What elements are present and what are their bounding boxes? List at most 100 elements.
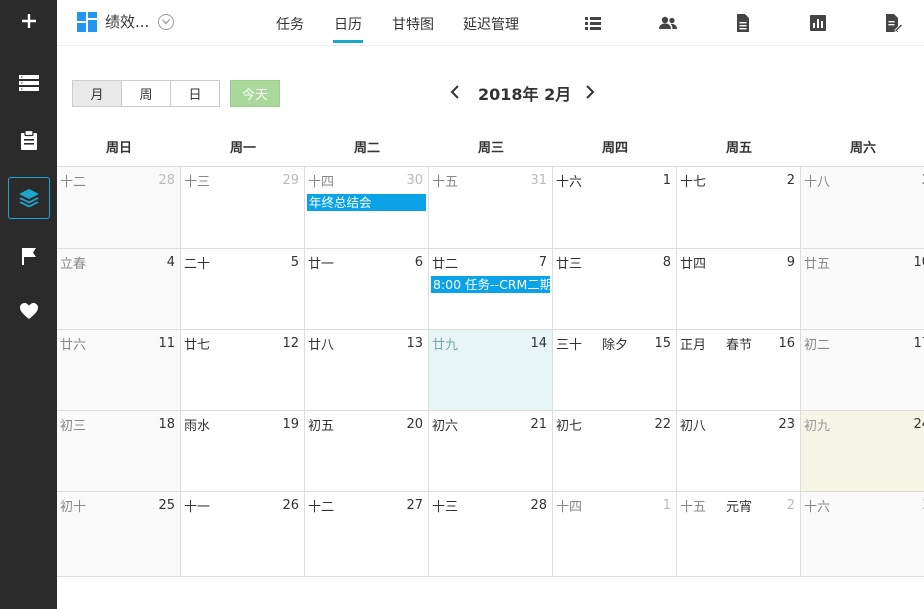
day-number: 13: [406, 336, 423, 351]
calendar-day-cell[interactable]: 初五 20: [305, 411, 429, 491]
day-number: 6: [414, 255, 423, 270]
lunar-date: 初六: [432, 419, 459, 434]
next-month-button[interactable]: [581, 84, 597, 100]
view-month-button[interactable]: 月: [72, 80, 122, 107]
calendar-day-cell[interactable]: 立春 4: [57, 249, 181, 329]
calendar-day-cell[interactable]: 廿一 6: [305, 249, 429, 329]
tab-delay-management[interactable]: 延迟管理: [463, 14, 519, 34]
calendar-day-cell[interactable]: 初八 23: [677, 411, 801, 491]
calendar-event[interactable]: 年终总结会: [307, 194, 426, 211]
calendar-day-cell[interactable]: 初十 25: [57, 492, 181, 576]
calendar-day-cell[interactable]: 初九 24: [801, 411, 924, 491]
calendar-day-cell[interactable]: 廿五 10: [801, 249, 924, 329]
sidebar-item-projects[interactable]: [8, 177, 50, 219]
lunar-date: 廿五: [804, 257, 831, 272]
calendar-day-cell[interactable]: 十六3: [801, 492, 924, 576]
calendar-day-cell[interactable]: 廿九 14: [429, 330, 553, 410]
day-number: 28: [530, 498, 547, 513]
sidebar-item-list[interactable]: [8, 62, 50, 104]
calendar-day-cell[interactable]: 十四 30 年终总结会: [305, 167, 429, 248]
festival-label: 元宵: [726, 500, 753, 515]
calendar-day-cell[interactable]: 初六 21: [429, 411, 553, 491]
lunar-date: 十二: [60, 175, 87, 190]
view-day-button[interactable]: 日: [170, 80, 220, 107]
lunar-date: 初七: [556, 419, 583, 434]
lunar-date: 十一: [184, 500, 211, 515]
tab-tasks[interactable]: 任务: [276, 14, 304, 34]
lunar-date: 十六: [556, 175, 583, 190]
day-number: 17: [913, 336, 924, 351]
calendar-week-row: 初十 25 十一 26 十二 27 十三 28 十四 1 十五 元宵 2 十六3: [57, 492, 924, 577]
lunar-date: 十二: [308, 500, 335, 515]
day-number: 8: [662, 255, 671, 270]
day-number: 11: [158, 336, 175, 351]
project-name[interactable]: 绩效...: [105, 11, 149, 32]
calendar-day-cell[interactable]: 十五 31: [429, 167, 553, 248]
calendar-day-cell[interactable]: 雨水 19: [181, 411, 305, 491]
calendar-day-cell[interactable]: 十七 2: [677, 167, 801, 248]
day-number: 1: [662, 498, 671, 513]
calendar-day-cell[interactable]: 十八3: [801, 167, 924, 248]
members-icon[interactable]: [658, 13, 678, 33]
calendar-day-cell[interactable]: 廿四 9: [677, 249, 801, 329]
clipboard-icon: [20, 130, 38, 150]
calendar-week-row: 初三 18 雨水 19 初五 20 初六 21 初七 22 初八 23 初九 24: [57, 411, 924, 492]
lunar-date: 十七: [680, 175, 707, 190]
document-icon[interactable]: [733, 13, 753, 33]
chart-icon[interactable]: [808, 13, 828, 33]
calendar-day-cell[interactable]: 初三 18: [57, 411, 181, 491]
calendar-day-cell[interactable]: 正月 春节 16: [677, 330, 801, 410]
tab-calendar[interactable]: 日历: [333, 14, 363, 43]
lunar-date: 初五: [308, 419, 335, 434]
calendar-grid: 十二28十三29十四30年终总结会十五31十六1十七2十八3立春4二十5廿一6廿…: [57, 166, 924, 577]
calendar-day-cell[interactable]: 廿六 11: [57, 330, 181, 410]
lunar-date: 正月: [680, 338, 707, 353]
calendar-day-cell[interactable]: 十三 29: [181, 167, 305, 248]
calendar-day-cell[interactable]: 十四 1: [553, 492, 677, 576]
tab-gantt[interactable]: 甘特图: [392, 14, 434, 34]
lunar-date: 初九: [804, 419, 831, 434]
calendar-day-cell[interactable]: 十六 1: [553, 167, 677, 248]
day-number: 27: [406, 498, 423, 513]
lunar-date: 十六: [804, 500, 831, 515]
calendar-day-cell[interactable]: 廿七 12: [181, 330, 305, 410]
calendar-day-cell[interactable]: 廿三 8: [553, 249, 677, 329]
calendar-event[interactable]: 8:00 任务--CRM二期: [431, 276, 550, 293]
day-number: 15: [654, 336, 671, 351]
today-button[interactable]: 今天: [230, 80, 280, 107]
app-logo-icon: [77, 12, 97, 32]
calendar-day-cell[interactable]: 十二 27: [305, 492, 429, 576]
layers-icon: [18, 188, 40, 208]
calendar-day-cell[interactable]: 初二 17: [801, 330, 924, 410]
calendar-day-cell[interactable]: 十二 28: [57, 167, 181, 248]
chevron-down-icon[interactable]: [158, 14, 174, 30]
prev-month-button[interactable]: [448, 84, 464, 100]
file-edit-icon[interactable]: [883, 13, 904, 33]
list-view-icon[interactable]: [583, 13, 603, 33]
day-number: 7: [538, 255, 547, 270]
add-button[interactable]: [8, 0, 50, 42]
day-number: 24: [913, 417, 924, 432]
plus-icon: [20, 12, 38, 30]
day-number: 5: [290, 255, 299, 270]
lunar-date: 廿八: [308, 338, 335, 353]
lunar-date: 二十: [184, 257, 211, 272]
calendar-day-cell[interactable]: 初七 22: [553, 411, 677, 491]
calendar-day-cell[interactable]: 廿八 13: [305, 330, 429, 410]
calendar-day-cell[interactable]: 十三 28: [429, 492, 553, 576]
calendar-day-cell[interactable]: 二十 5: [181, 249, 305, 329]
sidebar-item-tasks[interactable]: [8, 119, 50, 161]
left-sidebar: [0, 0, 57, 609]
sidebar-item-favorites[interactable]: [8, 290, 50, 332]
lunar-date: 十四: [308, 175, 335, 190]
view-week-button[interactable]: 周: [121, 80, 171, 107]
calendar-day-cell[interactable]: 廿二 7 8:00 任务--CRM二期: [429, 249, 553, 329]
sidebar-item-milestones[interactable]: [8, 235, 50, 277]
lunar-date: 立春: [60, 257, 87, 272]
day-number: 19: [282, 417, 299, 432]
day-number: 12: [282, 336, 299, 351]
calendar-day-cell[interactable]: 三十 除夕 15: [553, 330, 677, 410]
calendar-day-cell[interactable]: 十五 元宵 2: [677, 492, 801, 576]
calendar-day-cell[interactable]: 十一 26: [181, 492, 305, 576]
lunar-date: 三十: [556, 338, 583, 353]
